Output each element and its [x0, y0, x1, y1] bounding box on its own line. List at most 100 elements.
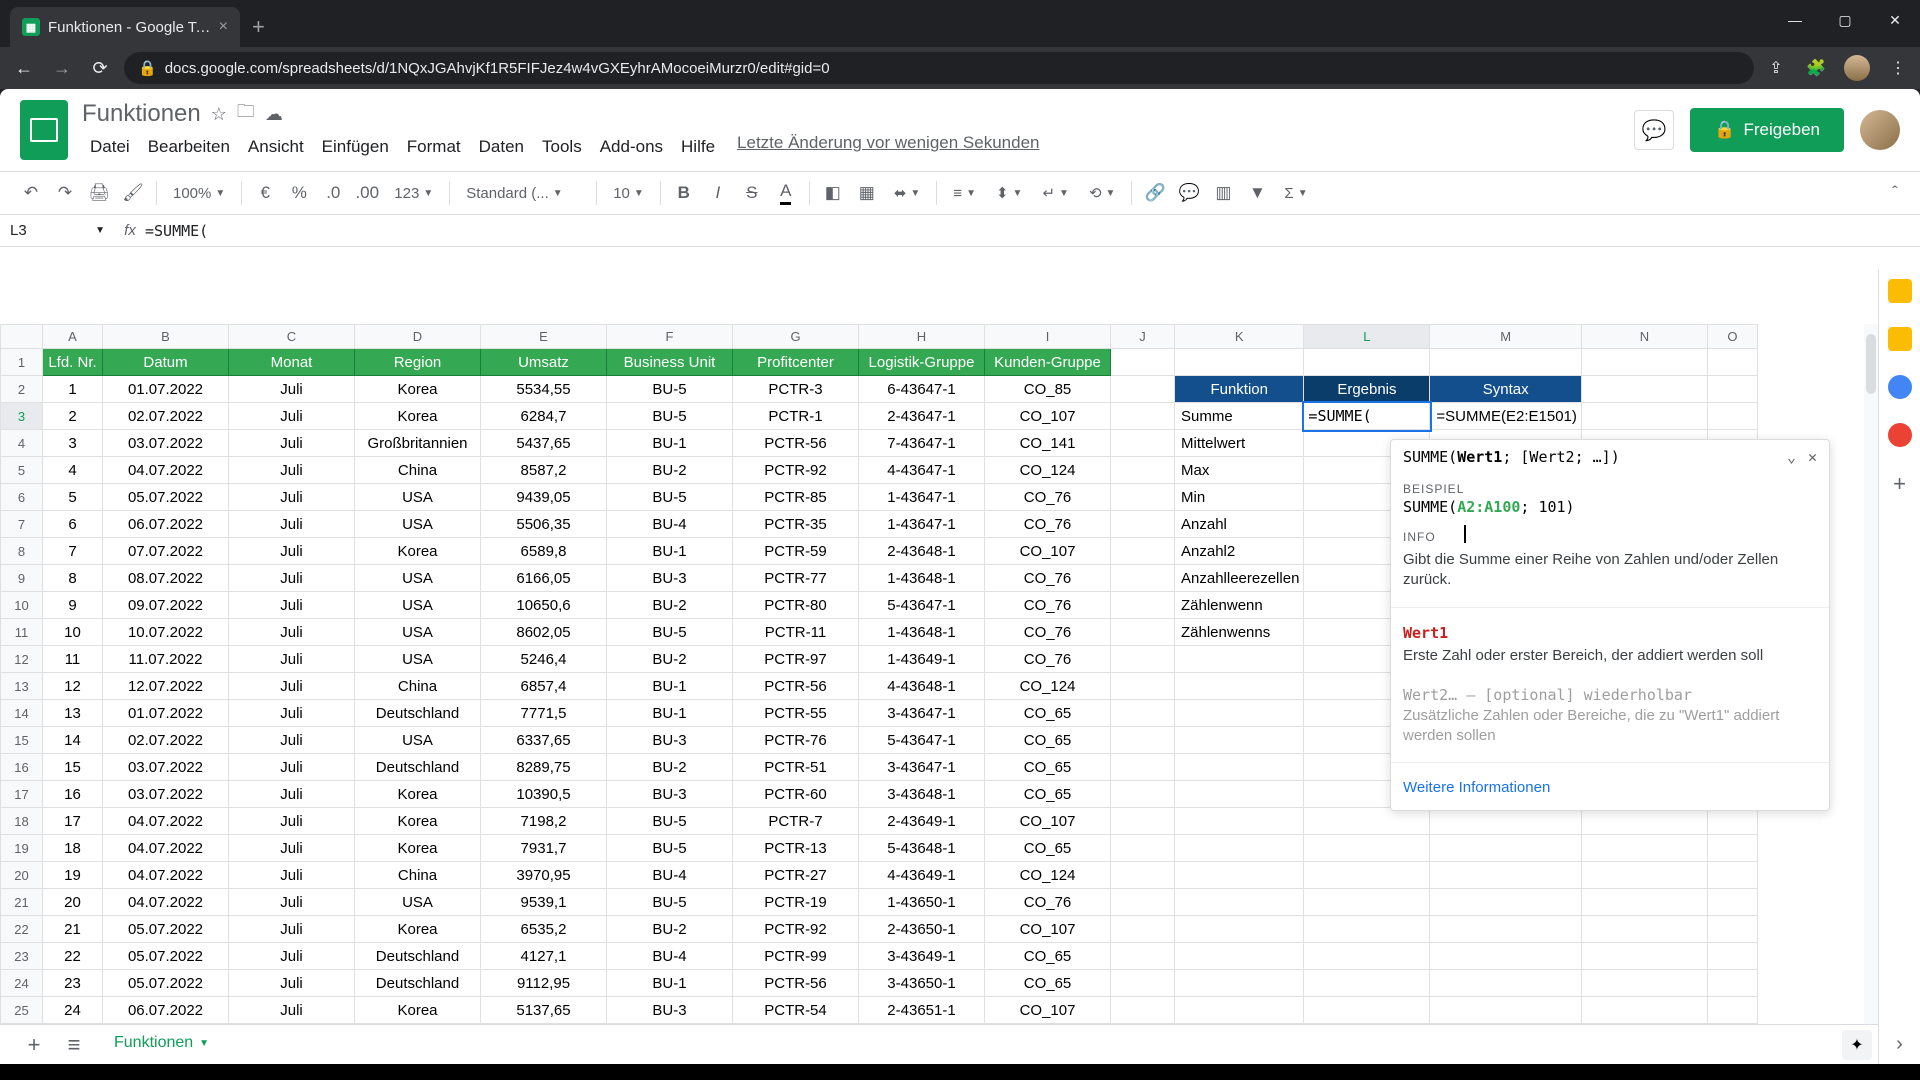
cell-L1[interactable]	[1304, 349, 1430, 376]
cell-A18[interactable]: 17	[43, 808, 103, 835]
cell-A15[interactable]: 14	[43, 727, 103, 754]
cell-I14[interactable]: CO_65	[985, 700, 1111, 727]
cell-F21[interactable]: BU-5	[607, 889, 733, 916]
cell-D15[interactable]: USA	[355, 727, 481, 754]
cell-E24[interactable]: 9112,95	[481, 970, 607, 997]
cell-E8[interactable]: 6589,8	[481, 538, 607, 565]
cell-F11[interactable]: BU-5	[607, 619, 733, 646]
cell-O25[interactable]	[1707, 997, 1757, 1024]
cell-N23[interactable]	[1581, 943, 1707, 970]
cell-C4[interactable]: Juli	[229, 430, 355, 457]
sheets-logo[interactable]	[20, 100, 68, 160]
cell-G25[interactable]: PCTR-54	[733, 997, 859, 1024]
cell-H2[interactable]: 6-43647-1	[859, 376, 985, 403]
cell-J5[interactable]	[1111, 457, 1175, 484]
account-avatar[interactable]	[1860, 110, 1900, 150]
cell-B2[interactable]: 01.07.2022	[103, 376, 229, 403]
cell-A20[interactable]: 19	[43, 862, 103, 889]
cell-E12[interactable]: 5246,4	[481, 646, 607, 673]
cell-C11[interactable]: Juli	[229, 619, 355, 646]
cell-H25[interactable]: 2-43651-1	[859, 997, 985, 1024]
cell-B18[interactable]: 04.07.2022	[103, 808, 229, 835]
cell-N3[interactable]	[1581, 403, 1707, 430]
cell-C14[interactable]: Juli	[229, 700, 355, 727]
reload-button[interactable]: ⟳	[86, 54, 114, 82]
chart-button[interactable]: ▥	[1208, 178, 1238, 208]
cell-N19[interactable]	[1581, 835, 1707, 862]
filter-button[interactable]: ▼	[1242, 178, 1272, 208]
cell-H8[interactable]: 2-43648-1	[859, 538, 985, 565]
col-header-J[interactable]: J	[1111, 325, 1175, 349]
cell-A2[interactable]: 1	[43, 376, 103, 403]
cell-L22[interactable]	[1304, 916, 1430, 943]
share-button[interactable]: 🔒 Freigeben	[1690, 108, 1844, 152]
halign-button[interactable]: ≡▼	[945, 185, 984, 202]
cell-E21[interactable]: 9539,1	[481, 889, 607, 916]
cell-M23[interactable]	[1430, 943, 1581, 970]
cell-F19[interactable]: BU-5	[607, 835, 733, 862]
cell-F17[interactable]: BU-3	[607, 781, 733, 808]
cell-A1[interactable]: Lfd. Nr.	[43, 349, 103, 376]
minimize-button[interactable]: —	[1770, 0, 1820, 40]
cell-I23[interactable]: CO_65	[985, 943, 1111, 970]
cell-G24[interactable]: PCTR-56	[733, 970, 859, 997]
cell-D16[interactable]: Deutschland	[355, 754, 481, 781]
cell-G7[interactable]: PCTR-35	[733, 511, 859, 538]
cell-B17[interactable]: 03.07.2022	[103, 781, 229, 808]
cell-C12[interactable]: Juli	[229, 646, 355, 673]
font-select[interactable]: Standard (...▼	[458, 185, 588, 202]
cell-B16[interactable]: 03.07.2022	[103, 754, 229, 781]
cell-B3[interactable]: 02.07.2022	[103, 403, 229, 430]
row-header-23[interactable]: 23	[1, 943, 43, 970]
cell-E11[interactable]: 8602,05	[481, 619, 607, 646]
cell-H22[interactable]: 2-43650-1	[859, 916, 985, 943]
row-header-14[interactable]: 14	[1, 700, 43, 727]
valign-button[interactable]: ⬍▼	[988, 184, 1030, 202]
cell-D9[interactable]: USA	[355, 565, 481, 592]
cell-K13[interactable]	[1175, 673, 1304, 700]
cell-K20[interactable]	[1175, 862, 1304, 889]
cell-A24[interactable]: 23	[43, 970, 103, 997]
cell-D1[interactable]: Region	[355, 349, 481, 376]
cell-B4[interactable]: 03.07.2022	[103, 430, 229, 457]
cell-D20[interactable]: China	[355, 862, 481, 889]
cell-H16[interactable]: 3-43647-1	[859, 754, 985, 781]
contacts-icon[interactable]	[1888, 423, 1912, 447]
cell-C19[interactable]: Juli	[229, 835, 355, 862]
cell-G14[interactable]: PCTR-55	[733, 700, 859, 727]
cell-J11[interactable]	[1111, 619, 1175, 646]
cell-G15[interactable]: PCTR-76	[733, 727, 859, 754]
cell-A23[interactable]: 22	[43, 943, 103, 970]
cell-E2[interactable]: 5534,55	[481, 376, 607, 403]
vertical-scrollbar[interactable]	[1864, 324, 1878, 1024]
format-select[interactable]: 123▼	[386, 185, 441, 202]
cell-C16[interactable]: Juli	[229, 754, 355, 781]
cell-D14[interactable]: Deutschland	[355, 700, 481, 727]
row-header-16[interactable]: 16	[1, 754, 43, 781]
link-button[interactable]: 🔗	[1140, 178, 1170, 208]
cell-D3[interactable]: Korea	[355, 403, 481, 430]
cell-K5[interactable]: Max	[1175, 457, 1304, 484]
cell-N20[interactable]	[1581, 862, 1707, 889]
rotate-button[interactable]: ⟲▼	[1081, 184, 1123, 202]
cell-J13[interactable]	[1111, 673, 1175, 700]
cell-K23[interactable]	[1175, 943, 1304, 970]
cell-H12[interactable]: 1-43649-1	[859, 646, 985, 673]
row-header-6[interactable]: 6	[1, 484, 43, 511]
cell-J24[interactable]	[1111, 970, 1175, 997]
cell-N24[interactable]	[1581, 970, 1707, 997]
cell-E23[interactable]: 4127,1	[481, 943, 607, 970]
cell-I4[interactable]: CO_141	[985, 430, 1111, 457]
cell-I25[interactable]: CO_107	[985, 997, 1111, 1024]
cell-K16[interactable]	[1175, 754, 1304, 781]
cell-K1[interactable]	[1175, 349, 1304, 376]
cell-D25[interactable]: Korea	[355, 997, 481, 1024]
cell-F10[interactable]: BU-2	[607, 592, 733, 619]
cell-D11[interactable]: USA	[355, 619, 481, 646]
cell-M3[interactable]: =SUMME(E2:E1501)	[1430, 403, 1581, 430]
name-box[interactable]: L3▼	[0, 222, 115, 239]
functions-button[interactable]: Σ▼	[1276, 185, 1315, 202]
cell-G10[interactable]: PCTR-80	[733, 592, 859, 619]
cell-G19[interactable]: PCTR-13	[733, 835, 859, 862]
decrease-decimal-button[interactable]: .0	[318, 178, 348, 208]
